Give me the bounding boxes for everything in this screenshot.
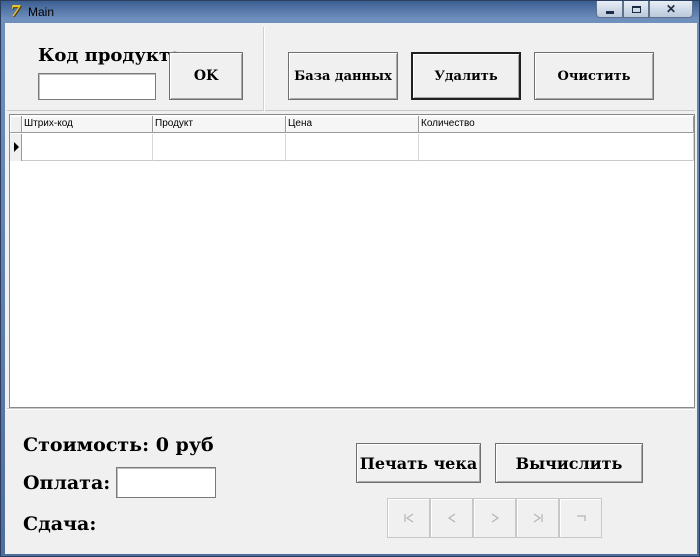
column-header-product[interactable]: Продукт [153,116,286,132]
minimize-button[interactable] [596,1,623,18]
grid-corner [10,116,22,132]
column-header-barcode[interactable]: Штрих-код [22,116,153,132]
nav-first-button[interactable] [387,498,430,538]
first-icon [403,513,413,523]
close-button[interactable]: ✕ [649,1,693,18]
panel-divider [263,27,265,111]
current-row-arrow-icon [10,134,22,161]
prior-icon [447,513,455,523]
close-icon: ✕ [665,2,677,16]
maximize-button[interactable] [623,1,649,18]
nav-prior-button[interactable] [430,498,473,538]
ok-button[interactable]: OK [169,52,243,100]
calculate-button[interactable]: Вычислить [495,443,643,483]
last-icon [533,513,543,523]
nav-post-button[interactable] [559,498,602,538]
payment-label: Оплата: [23,472,111,494]
products-grid[interactable]: Штрих-код Продукт Цена Количество [9,114,695,408]
delete-button[interactable]: Удалить [411,52,521,100]
column-header-price[interactable]: Цена [286,116,419,132]
top-panel: Код продукта OK База данных Удалить Очис… [7,25,695,111]
clear-button[interactable]: Очистить [534,52,654,100]
database-button[interactable]: База данных [288,52,398,100]
table-row[interactable] [10,134,694,161]
db-navigator [387,498,602,538]
product-code-input[interactable] [38,73,156,100]
form-client-area: Код продукта OK База данных Удалить Очис… [5,23,697,554]
cell-quantity[interactable] [419,134,694,161]
app-logo-icon: 7 [10,2,21,20]
nav-last-button[interactable] [516,498,559,538]
change-label: Сдача: [23,513,97,535]
product-code-label: Код продукта [38,45,182,66]
bottom-panel: Стоимость: 0 руб Оплата: Сдача: Печать ч… [7,409,695,552]
grid-header: Штрих-код Продукт Цена Количество [10,116,694,133]
cell-price[interactable] [286,134,419,161]
total-cost-label: Стоимость: 0 руб [23,434,214,456]
next-icon [491,513,499,523]
maximize-icon [631,5,641,13]
window-controls: ✕ [596,1,693,18]
nav-next-button[interactable] [473,498,516,538]
column-header-quantity[interactable]: Количество [419,116,694,132]
print-receipt-button[interactable]: Печать чека [356,443,481,483]
post-icon [576,515,586,521]
cell-product[interactable] [153,134,286,161]
window-title: Main [28,5,55,19]
minimize-icon [605,10,614,14]
cell-barcode[interactable] [22,134,153,161]
payment-input[interactable] [116,467,216,498]
main-window: 7 Main ✕ Код продукта OK База данных Уда… [0,0,700,557]
title-bar[interactable]: 7 Main ✕ [1,1,699,23]
